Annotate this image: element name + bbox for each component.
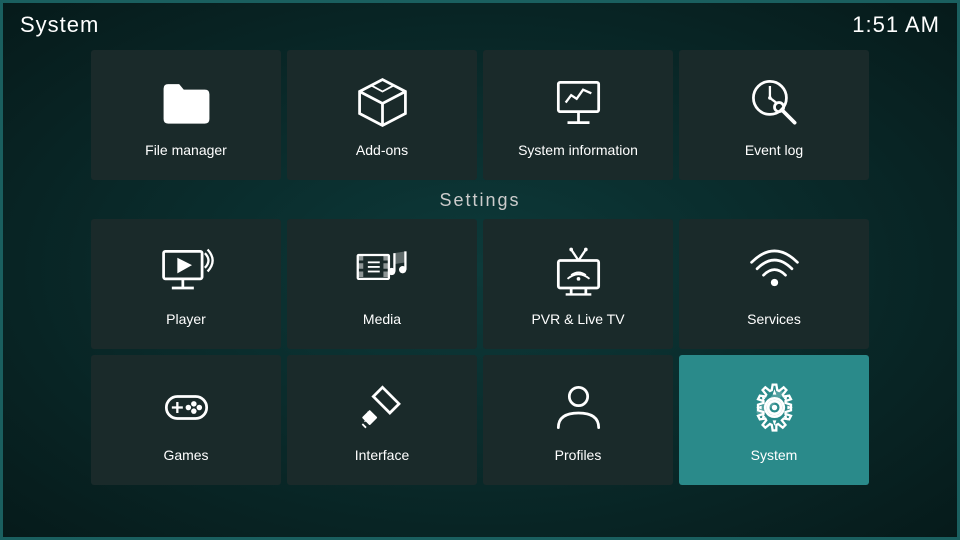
settings-row-2: Games Interface (91, 355, 869, 485)
settings-section-label: Settings (439, 180, 520, 219)
top-row: File manager Add-ons (91, 50, 869, 180)
profiles-label: Profiles (555, 447, 602, 463)
system-label: System (751, 447, 798, 463)
tile-add-ons[interactable]: Add-ons (287, 50, 477, 180)
tile-pvr-live-tv[interactable]: PVR & Live TV (483, 219, 673, 349)
tile-games[interactable]: Games (91, 355, 281, 485)
player-icon (156, 241, 216, 301)
media-icon (352, 241, 412, 301)
interface-icon (352, 377, 412, 437)
tile-event-log[interactable]: Event log (679, 50, 869, 180)
page-title: System (20, 12, 99, 38)
header: System 1:51 AM (0, 0, 960, 50)
media-label: Media (363, 311, 401, 327)
services-icon (744, 241, 804, 301)
file-manager-label: File manager (145, 142, 227, 158)
services-label: Services (747, 311, 801, 327)
interface-label: Interface (355, 447, 409, 463)
tile-file-manager[interactable]: File manager (91, 50, 281, 180)
player-label: Player (166, 311, 206, 327)
tile-services[interactable]: Services (679, 219, 869, 349)
games-label: Games (163, 447, 208, 463)
games-icon (156, 377, 216, 437)
tile-profiles[interactable]: Profiles (483, 355, 673, 485)
event-log-icon (744, 72, 804, 132)
profiles-icon (548, 377, 608, 437)
main-content: File manager Add-ons (0, 50, 960, 491)
tile-system-information[interactable]: System information (483, 50, 673, 180)
system-information-icon (548, 72, 608, 132)
system-icon (744, 377, 804, 437)
add-ons-label: Add-ons (356, 142, 408, 158)
tile-system[interactable]: System (679, 355, 869, 485)
add-ons-icon (352, 72, 412, 132)
pvr-live-tv-label: PVR & Live TV (531, 311, 624, 327)
tile-media[interactable]: Media (287, 219, 477, 349)
tile-interface[interactable]: Interface (287, 355, 477, 485)
pvr-live-tv-icon (548, 241, 608, 301)
clock: 1:51 AM (852, 12, 940, 38)
file-manager-icon (156, 72, 216, 132)
tile-player[interactable]: Player (91, 219, 281, 349)
event-log-label: Event log (745, 142, 803, 158)
settings-row-1: Player (91, 219, 869, 349)
system-information-label: System information (518, 142, 638, 158)
